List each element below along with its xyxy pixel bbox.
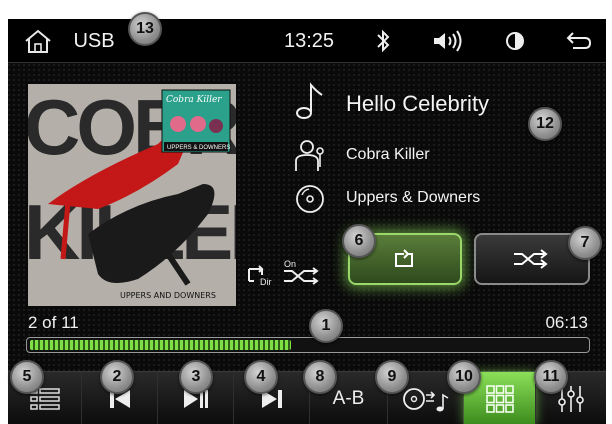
shuffle-on-label: On — [284, 259, 297, 269]
album-sticker-subtitle: UPPERS & DOWNERS — [167, 145, 230, 151]
repeat-icon — [395, 249, 413, 267]
album-art-graphic: COBRA KILLER Cobra Killer UPPERS & DOWNE… — [28, 84, 236, 306]
callout-4: 4 — [244, 360, 278, 394]
callout-13: 13 — [128, 12, 162, 46]
callout-11: 11 — [534, 360, 568, 394]
track-artist: Cobra Killer — [346, 146, 430, 163]
back-icon-graphic — [566, 32, 592, 49]
brightness-icon-graphic — [506, 32, 524, 50]
music-note-icon-graphic — [296, 82, 323, 119]
callout-9: 9 — [375, 360, 409, 394]
progress-bar[interactable] — [26, 337, 590, 353]
callout-8: 8 — [303, 360, 337, 394]
artist-icon — [292, 137, 328, 173]
source-label[interactable]: USB — [66, 19, 122, 63]
album-disc-icon-graphic — [296, 185, 324, 213]
album-sticker-title: Cobra Killer — [166, 95, 222, 105]
repeat-dir-indicator: Dir — [244, 261, 278, 291]
volume-icon[interactable] — [428, 19, 468, 63]
callout-2: 2 — [100, 360, 134, 394]
callout-1: 1 — [309, 309, 343, 343]
media-player-screen: USB 13:25 COB Cobra Killer UPPERS & DOWN… — [8, 19, 606, 424]
callout-3: 3 — [179, 360, 213, 394]
music-note-icon — [292, 81, 328, 119]
callout-7: 7 — [568, 226, 602, 260]
callout-5: 5 — [10, 360, 44, 394]
shuffle-icon — [514, 249, 548, 269]
album-art: COBRA KILLER Cobra Killer UPPERS & DOWNE… — [28, 84, 236, 306]
shuffle-on-indicator: On — [282, 259, 324, 289]
home-icon-graphic — [25, 29, 51, 53]
callout-12: 12 — [528, 107, 562, 141]
artist-icon-graphic — [295, 140, 324, 171]
track-title: Hello Celebrity — [346, 91, 490, 116]
home-icon[interactable] — [20, 19, 56, 63]
track-position: 2 of 11 — [28, 313, 79, 332]
brightness-icon[interactable] — [500, 19, 530, 63]
back-icon[interactable] — [560, 19, 596, 63]
disc-audio-icon — [402, 387, 448, 411]
clock: 13:25 — [283, 29, 335, 52]
progress-fill — [30, 340, 292, 350]
volume-icon-graphic — [434, 30, 462, 52]
status-bar: USB 13:25 — [8, 19, 606, 63]
bluetooth-icon[interactable] — [368, 19, 398, 63]
bluetooth-icon-graphic — [377, 29, 390, 53]
callout-6: 6 — [342, 224, 376, 258]
album-disc-icon — [292, 181, 328, 217]
track-album: Uppers & Downers — [346, 189, 481, 206]
grid-icon — [485, 384, 514, 413]
album-bottom-text: UPPERS AND DOWNERS — [120, 291, 216, 300]
track-duration: 06:13 — [545, 313, 588, 332]
callout-10: 10 — [447, 360, 481, 394]
repeat-dir-label: Dir — [260, 277, 272, 287]
